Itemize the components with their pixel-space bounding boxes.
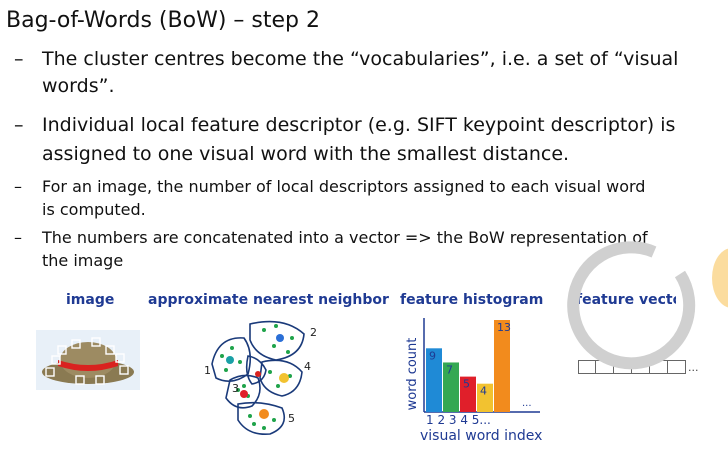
label-histogram: feature histogram	[400, 292, 544, 308]
histogram-y-label: word count	[405, 338, 420, 411]
bullet-dash: –	[14, 177, 22, 196]
bullet-1: – The cluster centres become the “vocabu…	[14, 46, 704, 100]
label-image: image	[66, 292, 115, 308]
histogram-bar-label-1: 9	[429, 349, 436, 362]
bullet-dash: –	[14, 48, 24, 70]
bullet-3: – For an image, the number of local desc…	[14, 175, 654, 221]
ann-cluster-diagram: 1 2 3 4 5	[204, 320, 317, 436]
cluster-number-4: 4	[304, 360, 311, 373]
slide-title: Bag-of-Words (BoW) – step 2	[6, 8, 320, 33]
bullet-text: The cluster centres become the “vocabula…	[42, 48, 679, 97]
histogram-bar-label-3: 5	[463, 378, 470, 391]
loading-spinner-icon	[567, 241, 696, 370]
cluster-number-2: 2	[310, 326, 317, 339]
bullet-dash: –	[14, 114, 24, 136]
cluster-number-3: 3	[232, 382, 239, 395]
histogram-ellipsis: ...	[522, 398, 532, 409]
cluster-number-1: 1	[204, 364, 211, 377]
hat-image	[36, 330, 140, 390]
histogram-bar-label-4: 4	[480, 385, 487, 398]
orange-circle-decoration	[712, 248, 728, 308]
bullet-dash: –	[14, 228, 22, 247]
bullet-text: For an image, the number of local descri…	[42, 177, 646, 219]
cluster-number-5: 5	[288, 412, 295, 425]
histogram-tick-labels: 1 2 3 4 5...	[426, 413, 491, 427]
feature-histogram-chart: word count 9754 13 ... 1 2 3 4 5... visua…	[405, 318, 542, 444]
histogram-bar-label-5: 13	[497, 321, 511, 334]
histogram-x-label: visual word index	[420, 428, 542, 444]
bullet-text: Individual local feature descriptor (e.g…	[42, 114, 676, 165]
histogram-bar-label-2: 7	[446, 363, 453, 376]
label-ann: approximate nearest neighbor	[148, 292, 389, 308]
bullet-2: – Individual local feature descriptor (e…	[14, 111, 704, 169]
